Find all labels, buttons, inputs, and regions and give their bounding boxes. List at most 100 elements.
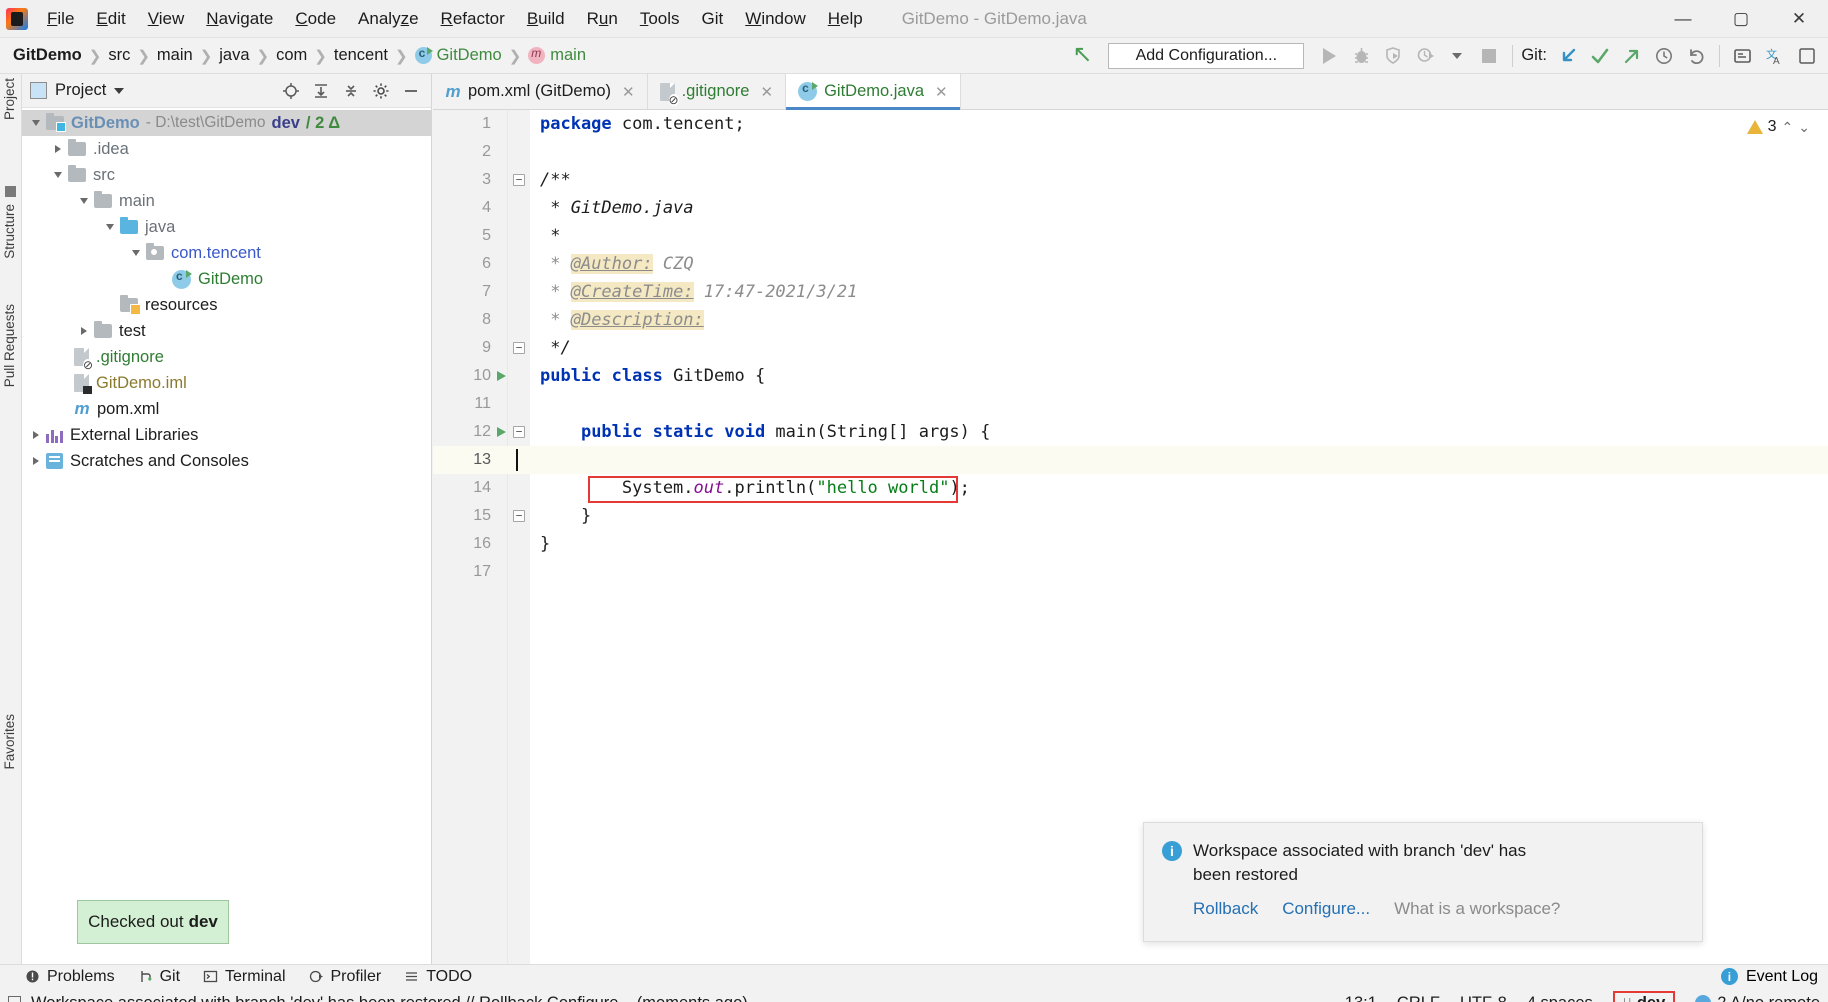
breadcrumb-com[interactable]: com (271, 44, 312, 67)
expander-right-icon[interactable] (26, 457, 46, 465)
breadcrumb-method-main[interactable]: main (523, 44, 591, 67)
minimize-button[interactable]: — (1654, 0, 1712, 38)
event-log-label[interactable]: Event Log (1746, 968, 1818, 986)
menu-item-view[interactable]: View (137, 5, 196, 33)
tab-close-icon[interactable]: ✕ (760, 83, 773, 101)
hide-panel-icon[interactable] (397, 78, 425, 104)
stripe-item-pull-requests[interactable]: Pull Requests (2, 304, 17, 387)
stop-button[interactable] (1474, 42, 1504, 70)
toolwindow-git[interactable]: Git (137, 968, 180, 986)
menu-item-navigate[interactable]: Navigate (195, 5, 284, 33)
expander-down-icon[interactable] (74, 198, 94, 204)
tree-row-gitdemo-root[interactable]: GitDemo - D:\test\GitDemo dev / 2 Δ (22, 110, 431, 136)
debug-button[interactable] (1346, 42, 1376, 70)
menu-item-run[interactable]: Run (576, 5, 629, 33)
fold-toggle[interactable]: − (508, 174, 530, 186)
menu-item-refactor[interactable]: Refactor (430, 5, 516, 33)
history-icon[interactable] (1649, 42, 1679, 70)
menu-item-edit[interactable]: Edit (85, 5, 136, 33)
chevron-down-icon[interactable] (114, 87, 125, 94)
tree-row-java[interactable]: java (22, 214, 431, 240)
tab-gitdemo-java[interactable]: GitDemo.java ✕ (786, 74, 961, 110)
search-everywhere-icon[interactable] (1728, 42, 1758, 70)
breadcrumb-src[interactable]: src (103, 44, 135, 67)
run-method-gutter-icon[interactable] (495, 427, 508, 437)
expander-right-icon[interactable] (26, 431, 46, 439)
tree-row-gitdemo-class[interactable]: GitDemo (22, 266, 431, 292)
run-button[interactable] (1314, 42, 1344, 70)
tree-row-external-libraries[interactable]: External Libraries (22, 422, 431, 448)
fold-toggle[interactable]: − (508, 342, 530, 354)
fold-toggle[interactable]: − (508, 510, 530, 522)
tree-row-com-tencent[interactable]: com.tencent (22, 240, 431, 266)
tab-pom-xml[interactable]: m pom.xml (GitDemo) ✕ (433, 74, 648, 109)
fold-toggle[interactable]: − (508, 426, 530, 438)
push-icon[interactable] (1617, 42, 1647, 70)
menu-item-file[interactable]: FFileile (36, 5, 85, 33)
menu-item-window[interactable]: Window (734, 5, 816, 33)
maximize-button[interactable]: ▢ (1712, 0, 1770, 38)
tab-close-icon[interactable]: ✕ (935, 83, 948, 101)
breadcrumb-class-gitdemo[interactable]: GitDemo (410, 44, 507, 67)
run-class-gutter-icon[interactable] (495, 371, 508, 381)
tree-row-iml[interactable]: GitDemo.iml (22, 370, 431, 396)
tab-close-icon[interactable]: ✕ (622, 83, 635, 101)
expander-down-icon[interactable] (126, 250, 146, 256)
toolwindow-terminal[interactable]: Terminal (202, 968, 286, 986)
caret-position[interactable]: 13:1 (1345, 994, 1377, 1002)
menu-item-analyze[interactable]: Analyze (347, 5, 430, 33)
commit-icon[interactable] (1585, 42, 1615, 70)
stripe-item-structure[interactable]: Structure (2, 204, 17, 259)
tree-row-test[interactable]: test (22, 318, 431, 344)
profile-button[interactable] (1410, 42, 1440, 70)
tree-row-gitignore[interactable]: .gitignore (22, 344, 431, 371)
expander-right-icon[interactable] (74, 327, 94, 335)
toolwindow-todo[interactable]: TODO (403, 968, 472, 986)
expander-down-icon[interactable] (26, 120, 46, 126)
breadcrumb-java[interactable]: java (214, 44, 254, 67)
update-project-icon[interactable] (1553, 42, 1583, 70)
expander-down-icon[interactable] (100, 224, 120, 230)
rollback-icon[interactable] (1681, 42, 1711, 70)
tree-row-main[interactable]: main (22, 188, 431, 214)
status-message[interactable]: Workspace associated with branch 'dev' h… (31, 994, 748, 1002)
indent-setting[interactable]: 4 spaces (1527, 994, 1593, 1002)
toolwindow-problems[interactable]: Problems (24, 968, 115, 986)
breadcrumb-tencent[interactable]: tencent (329, 44, 393, 67)
run-dropdown-button[interactable] (1442, 42, 1472, 70)
menu-item-build[interactable]: Build (516, 5, 576, 33)
breadcrumb-gitdemo-project[interactable]: GitDemo (8, 44, 87, 67)
status-branch-widget[interactable]: ⑂ dev (1612, 990, 1676, 1002)
run-with-coverage-button[interactable] (1378, 42, 1408, 70)
expander-down-icon[interactable] (48, 172, 68, 178)
collapse-all-icon[interactable] (337, 78, 365, 104)
translate-icon[interactable]: 文A (1760, 42, 1790, 70)
tree-row-pom[interactable]: m pom.xml (22, 396, 431, 422)
menu-item-tools[interactable]: Tools (629, 5, 691, 33)
balloon-rollback-link[interactable]: Rollback (1193, 899, 1258, 919)
balloon-configure-link[interactable]: Configure... (1282, 899, 1370, 919)
tree-row-resources[interactable]: resources (22, 292, 431, 318)
make-project-icon[interactable] (1072, 43, 1098, 69)
tree-row-scratches[interactable]: Scratches and Consoles (22, 448, 431, 474)
close-button[interactable]: ✕ (1770, 0, 1828, 38)
status-remote-widget[interactable]: 2 Δ/no remote (1695, 994, 1820, 1002)
tab-gitignore[interactable]: .gitignore ✕ (647, 74, 787, 109)
balloon-what-is-workspace-link[interactable]: What is a workspace? (1394, 899, 1560, 919)
toolwindow-profiler[interactable]: Profiler (308, 968, 381, 986)
notifications-icon[interactable] (1792, 42, 1822, 70)
menu-item-help[interactable]: Help (817, 5, 874, 33)
breadcrumb-main[interactable]: main (152, 44, 198, 67)
tree-row-idea[interactable]: .idea (22, 136, 431, 162)
stripe-item-favorites[interactable]: Favorites (2, 714, 17, 770)
locate-icon[interactable] (277, 78, 305, 104)
file-encoding[interactable]: UTF-8 (1460, 994, 1507, 1002)
expand-all-icon[interactable] (307, 78, 335, 104)
stripe-item-project[interactable]: Project (2, 78, 17, 120)
line-separator[interactable]: CRLF (1397, 994, 1440, 1002)
expander-right-icon[interactable] (48, 145, 68, 153)
gear-icon[interactable] (367, 78, 395, 104)
add-configuration-button[interactable]: Add Configuration... (1108, 42, 1305, 69)
tree-row-src[interactable]: src (22, 162, 431, 188)
menu-item-git[interactable]: Git (691, 5, 735, 33)
